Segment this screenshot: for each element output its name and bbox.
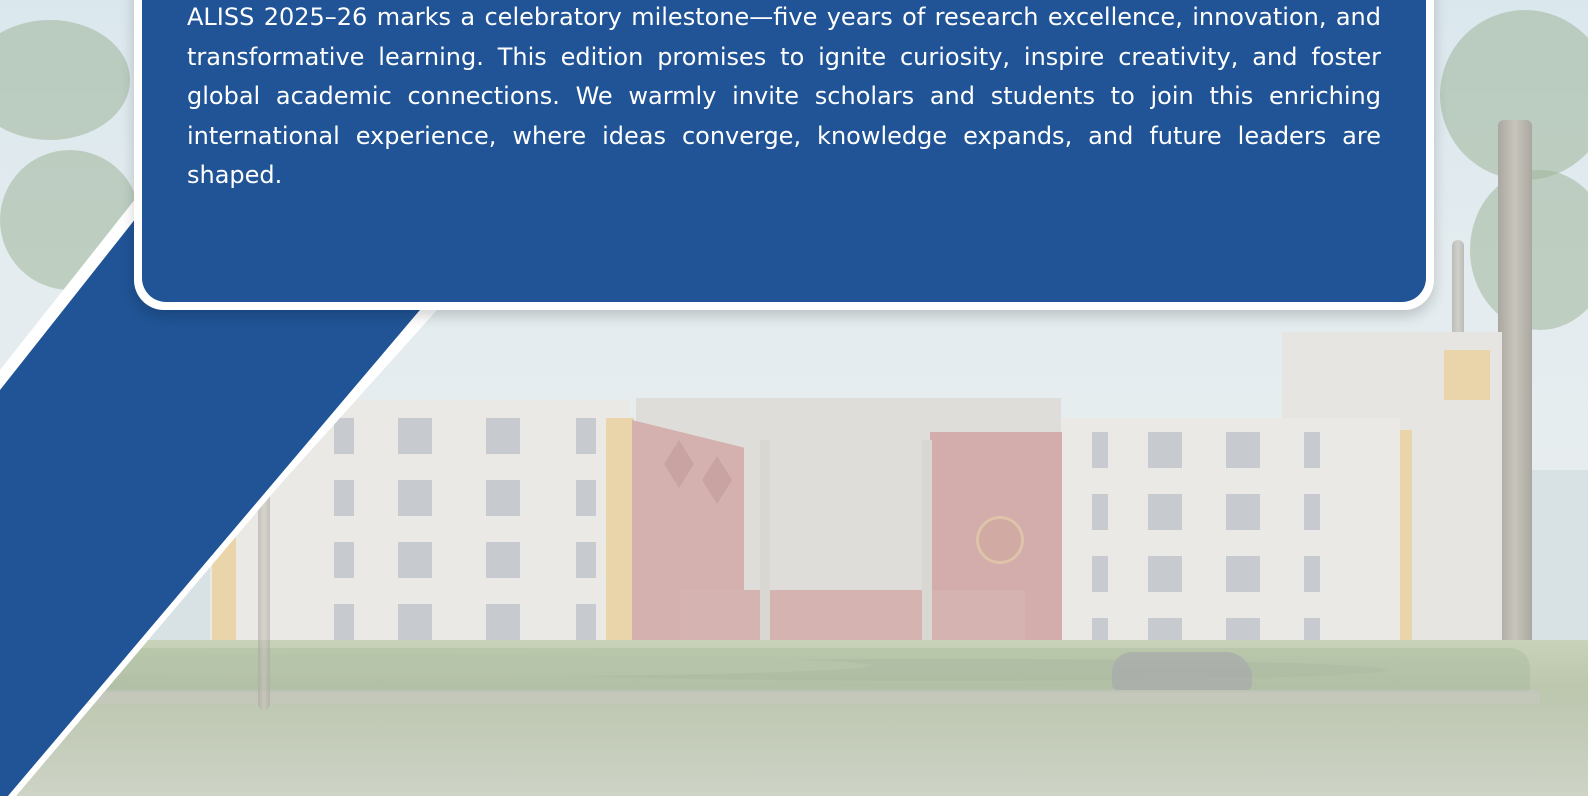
intro-paragraph: ALISS 2025–26 marks a celebratory milest… <box>187 3 1381 189</box>
